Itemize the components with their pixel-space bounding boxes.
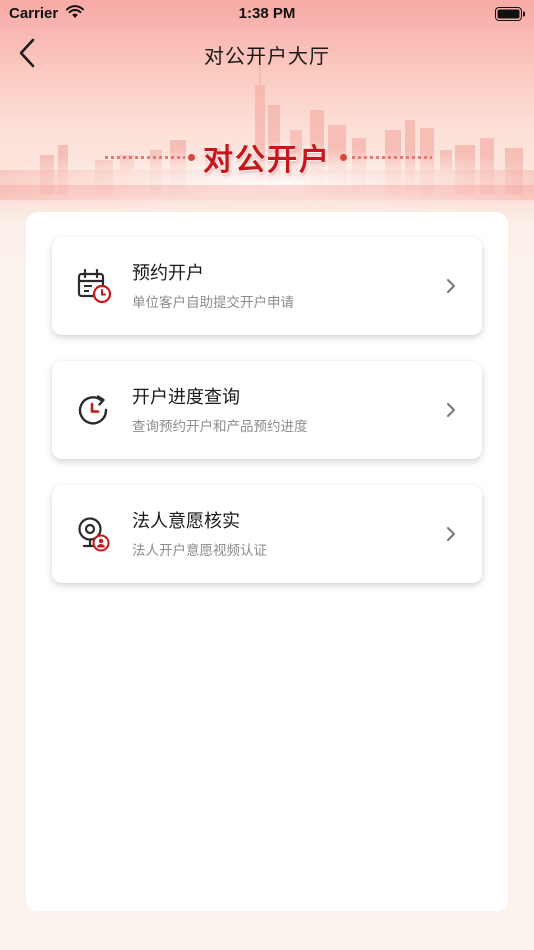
menu-item-subtitle: 查询预约开户和产品预约进度 bbox=[132, 419, 308, 435]
menu-item-subtitle: 法人开户意愿视频认证 bbox=[132, 543, 267, 559]
clock-refresh-icon bbox=[78, 395, 108, 425]
menu-item-title: 预约开户 bbox=[132, 263, 204, 284]
menu-item-title: 开户进度查询 bbox=[132, 387, 240, 408]
chevron-right-icon bbox=[447, 279, 455, 293]
menu-item-progress[interactable]: 开户进度查询 查询预约开户和产品预约进度 bbox=[52, 361, 482, 459]
banner-title: 对公开户 bbox=[203, 143, 331, 178]
chevron-right-icon bbox=[447, 403, 455, 417]
menu-item-title: 法人意愿核实 bbox=[132, 511, 240, 532]
webcam-person-icon bbox=[78, 517, 110, 552]
menu-item-subtitle: 单位客户自助提交开户申请 bbox=[132, 295, 294, 311]
menu-item-appointment[interactable]: 预约开户 单位客户自助提交开户申请 bbox=[52, 237, 482, 335]
clock-label: 1:38 PM bbox=[238, 5, 296, 22]
navigation-bar: 对公开户大厅 bbox=[0, 28, 534, 78]
calendar-clock-icon bbox=[77, 268, 112, 304]
page-title: 对公开户大厅 bbox=[204, 44, 330, 68]
battery-icon bbox=[495, 7, 525, 21]
status-bar: Carrier 1:38 PM bbox=[0, 0, 534, 28]
menu-item-verification[interactable]: 法人意愿核实 法人开户意愿视频认证 bbox=[52, 485, 482, 583]
chevron-right-icon bbox=[447, 527, 455, 541]
